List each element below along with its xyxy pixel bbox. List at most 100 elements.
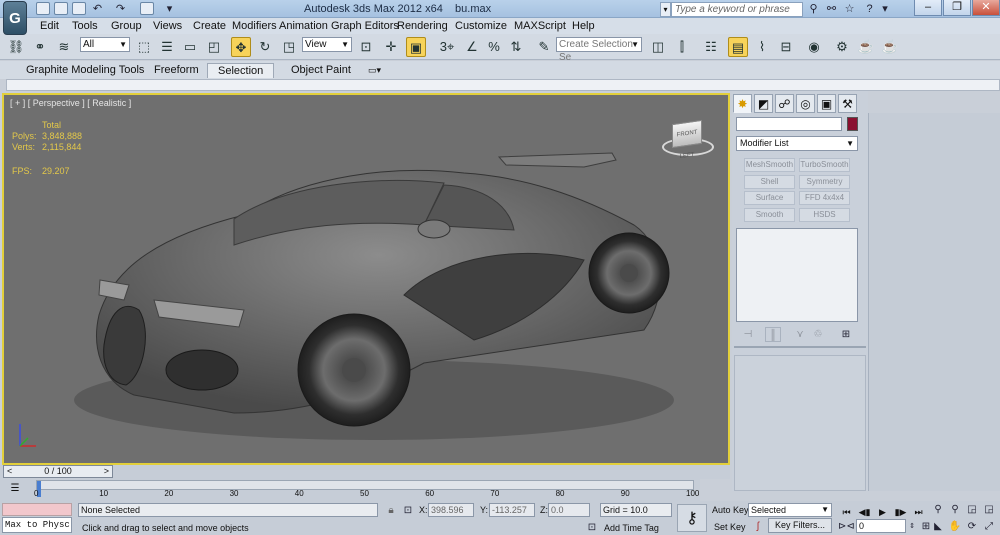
menu-animation[interactable]: Animation — [279, 20, 328, 32]
project-folder-icon[interactable] — [140, 2, 154, 15]
menu-customize[interactable]: Customize — [455, 20, 507, 32]
select-by-name-icon[interactable]: ☰ — [157, 37, 177, 57]
pin-stack-icon[interactable]: ⊣ — [740, 327, 756, 342]
tab-graphite-modeling-tools[interactable]: Graphite Modeling Tools — [16, 63, 154, 78]
field-of-view-icon[interactable]: ◣ — [930, 519, 946, 534]
help-search-options[interactable]: ▾ — [660, 2, 671, 17]
ribbon-options-icon[interactable]: ▭▾ — [368, 64, 390, 76]
show-end-result-icon[interactable]: ║ — [765, 327, 781, 342]
previous-frame-icon[interactable]: ◀▮ — [856, 505, 873, 519]
add-time-tag[interactable]: Add Time Tag — [604, 523, 659, 533]
schematic-view-icon[interactable]: ⊟ — [776, 37, 796, 57]
select-and-rotate-icon[interactable]: ↻ — [255, 37, 275, 57]
hierarchy-tab-icon[interactable]: ☍ — [775, 94, 794, 113]
binoculars-search-icon[interactable]: ⚲ — [806, 2, 821, 16]
save-file-icon[interactable] — [72, 2, 86, 15]
configure-modifier-sets-icon[interactable]: ⊞ — [838, 327, 854, 342]
smooth-button[interactable]: Smooth — [744, 208, 795, 222]
render-production-icon[interactable]: ☕ — [880, 37, 900, 57]
play-icon[interactable]: ▶ — [874, 505, 891, 519]
motion-tab-icon[interactable]: ◎ — [796, 94, 815, 113]
new-file-icon[interactable] — [36, 2, 50, 15]
object-name-field[interactable] — [736, 117, 842, 131]
percent-snap-icon[interactable]: % — [484, 37, 504, 57]
graphite-toggle-icon[interactable]: ▤ — [728, 37, 748, 57]
angle-snap-icon[interactable]: ∠ — [462, 37, 482, 57]
zoom-all-icon[interactable]: ⚲ — [947, 502, 963, 517]
hsds-button[interactable]: HSDS — [799, 208, 850, 222]
reference-coordinate-dropdown[interactable]: View ▼ — [302, 37, 352, 52]
utilities-tab-icon[interactable]: ⚒ — [838, 94, 857, 113]
pivot-center-icon[interactable]: ⊡ — [356, 37, 376, 57]
menu-graph-editors[interactable]: Graph Editors — [331, 20, 399, 32]
communication-center-icon[interactable]: ⚯ — [824, 2, 839, 16]
unlink-selection-icon[interactable]: ⚭ — [30, 37, 50, 57]
ffd-button[interactable]: FFD 4x4x4 — [799, 191, 850, 205]
pan-view-icon[interactable]: ✋ — [947, 519, 963, 534]
selection-lock-icon[interactable]: 🔒︎ — [383, 503, 399, 518]
menu-modifiers[interactable]: Modifiers — [232, 20, 277, 32]
go-to-end-icon[interactable]: ⏭ — [910, 505, 927, 519]
make-unique-icon[interactable]: ⋎ — [792, 327, 808, 342]
x-coordinate-field[interactable]: 398.596 — [428, 503, 474, 517]
menu-create[interactable]: Create — [193, 20, 226, 32]
modifier-list-dropdown[interactable]: Modifier List ▼ — [736, 136, 858, 151]
select-and-move-icon[interactable]: ✥ — [231, 37, 251, 57]
tab-object-paint[interactable]: Object Paint — [281, 63, 361, 78]
snaps-toggle-icon[interactable]: 3⌖ — [433, 37, 461, 57]
set-key-icon[interactable]: ⚷ — [677, 504, 707, 532]
layer-manager-icon[interactable]: ☷ — [701, 37, 721, 57]
select-and-manipulate-icon[interactable]: ✛ — [381, 37, 401, 57]
window-crossing-icon[interactable]: ◰ — [204, 37, 224, 57]
selection-filter-dropdown[interactable]: All ▼ — [80, 37, 130, 52]
open-file-icon[interactable] — [54, 2, 68, 15]
default-in-out-tangent-icon[interactable]: ʃ — [750, 519, 766, 534]
display-tab-icon[interactable]: ▣ — [817, 94, 836, 113]
edit-named-selection-icon[interactable]: ✎ — [534, 37, 554, 57]
tab-freeform[interactable]: Freeform — [144, 63, 209, 78]
close-button[interactable]: ✕ — [972, 0, 1000, 16]
time-tag-icon[interactable]: ⊡ — [584, 520, 600, 535]
key-filters-button[interactable]: Key Filters... — [768, 518, 832, 533]
menu-rendering[interactable]: Rendering — [397, 20, 448, 32]
curve-editor-icon[interactable]: ⌇ — [752, 37, 772, 57]
menu-tools[interactable]: Tools — [72, 20, 98, 32]
named-selection-set-dropdown[interactable]: Create Selection Se ▼ — [556, 37, 642, 63]
menu-group[interactable]: Group — [111, 20, 142, 32]
viewcube-icon[interactable]: FRONT LEFT — [672, 119, 702, 160]
time-slider-thumb[interactable]: <0 / 100 > — [3, 465, 113, 478]
auto-key-button[interactable]: Auto Key — [712, 505, 749, 515]
maxscript-mini-listener[interactable]: Max to Physc — [2, 517, 72, 533]
current-frame-field[interactable]: 0 — [856, 519, 906, 533]
mini-curve-editor-icon[interactable]: ☰ — [7, 482, 23, 496]
application-button[interactable]: G — [3, 1, 27, 35]
rectangular-selection-icon[interactable]: ▭ — [180, 37, 200, 57]
zoom-icon[interactable]: ⚲ — [930, 502, 946, 517]
rendered-frame-window-icon[interactable]: ☕ — [856, 37, 876, 57]
tab-selection[interactable]: Selection — [207, 63, 275, 78]
set-key-button[interactable]: Set Key — [714, 522, 746, 532]
prev-frame-icon[interactable]: < — [7, 466, 12, 477]
zoom-extents-all-icon[interactable]: ◲ — [981, 502, 997, 517]
remove-modifier-icon[interactable]: ♲ — [810, 327, 826, 342]
menu-edit[interactable]: Edit — [40, 20, 59, 32]
next-frame-icon[interactable]: ▮▶ — [892, 505, 909, 519]
restore-button[interactable]: ❐ — [943, 0, 971, 16]
select-object-icon[interactable]: ⬚ — [134, 37, 154, 57]
go-to-start-icon[interactable]: ⏮ — [838, 505, 855, 519]
help-icon[interactable]: ? — [862, 2, 877, 16]
meshsmooth-button[interactable]: MeshSmooth — [744, 158, 795, 172]
minimize-button[interactable]: – — [914, 0, 942, 16]
quick-access-dropdown-icon[interactable]: ▾ — [162, 2, 177, 16]
next-frame-icon[interactable]: > — [104, 466, 109, 477]
shell-button[interactable]: Shell — [744, 175, 795, 189]
modifier-stack[interactable] — [736, 228, 858, 322]
menu-help[interactable]: Help — [572, 20, 595, 32]
frame-spinner-icon[interactable]: ⇕ — [908, 519, 916, 534]
y-coordinate-field[interactable]: -113.257 — [489, 503, 535, 517]
perspective-viewport[interactable]: [ + ] [ Perspective ] [ Realistic ] Tota… — [2, 93, 730, 465]
object-color-swatch[interactable] — [847, 117, 858, 131]
z-coordinate-field[interactable]: 0.0 — [548, 503, 590, 517]
keyboard-shortcut-override-icon[interactable]: ▣ — [406, 37, 426, 57]
orbit-icon[interactable]: ⟳ — [964, 519, 980, 534]
